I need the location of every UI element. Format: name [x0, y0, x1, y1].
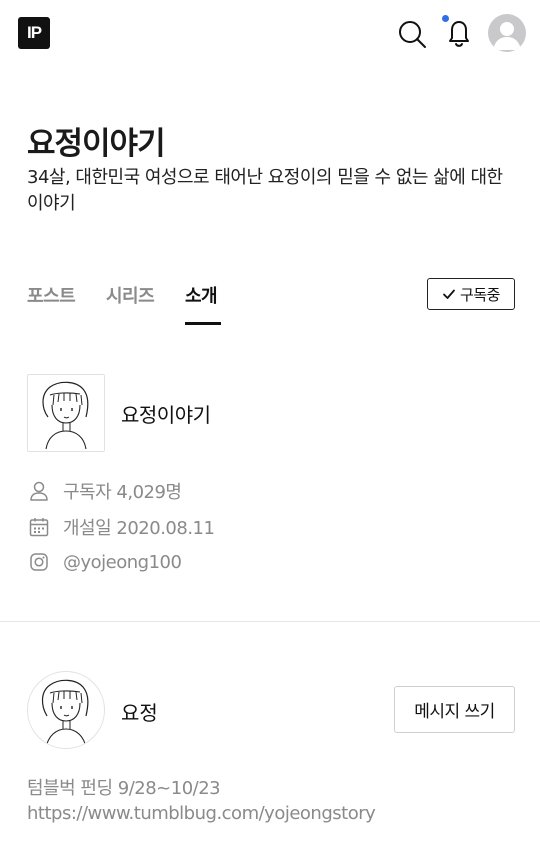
instagram-link[interactable]: @yojeong100: [28, 549, 182, 575]
tab-series[interactable]: 시리즈: [106, 282, 155, 308]
calendar-icon: [29, 518, 49, 537]
author-bio: 텀블벅 펀딩 9/28~10/23 https://www.tumblbug.c…: [27, 776, 517, 826]
instagram-icon: [30, 553, 48, 571]
check-icon: [443, 289, 455, 299]
author-avatar[interactable]: [27, 671, 105, 749]
section-divider: [0, 621, 540, 622]
subscribe-button[interactable]: 구독중: [427, 278, 515, 310]
user-icon: [30, 481, 48, 501]
instagram-handle[interactable]: @yojeong100: [63, 552, 182, 573]
subscriber-count: 구독자 4,029명: [28, 478, 182, 504]
author-name: 요정: [121, 701, 158, 725]
avatar[interactable]: [488, 14, 526, 52]
logo[interactable]: IP: [18, 17, 50, 49]
channel-name: 요정이야기: [121, 403, 211, 427]
subscriber-count-text: 구독자 4,029명: [63, 482, 182, 503]
page-title: 요정이야기: [27, 126, 166, 162]
tab-about[interactable]: 소개: [185, 282, 218, 308]
channel-description: 34살, 대한민국 여성으로 태어난 요정이의 믿을 수 없는 삶에 대한 이야…: [27, 167, 503, 214]
bio-funding-text: 텀블벅 펀딩 9/28~10/23: [27, 778, 221, 799]
notification-dot: [442, 15, 449, 22]
created-date-text: 개설일 2020.08.11: [63, 518, 215, 539]
created-date: 개설일 2020.08.11: [28, 514, 215, 540]
channel-profile-image: [27, 374, 105, 452]
search-icon[interactable]: [396, 16, 430, 50]
subscribe-label: 구독중: [460, 285, 500, 304]
tab-posts[interactable]: 포스트: [27, 282, 76, 308]
top-bar: IP: [0, 0, 540, 66]
bio-link[interactable]: https://www.tumblbug.com/yojeongstory: [27, 801, 517, 826]
send-message-button[interactable]: 메시지 쓰기: [394, 686, 515, 733]
active-tab-indicator: [185, 322, 221, 325]
